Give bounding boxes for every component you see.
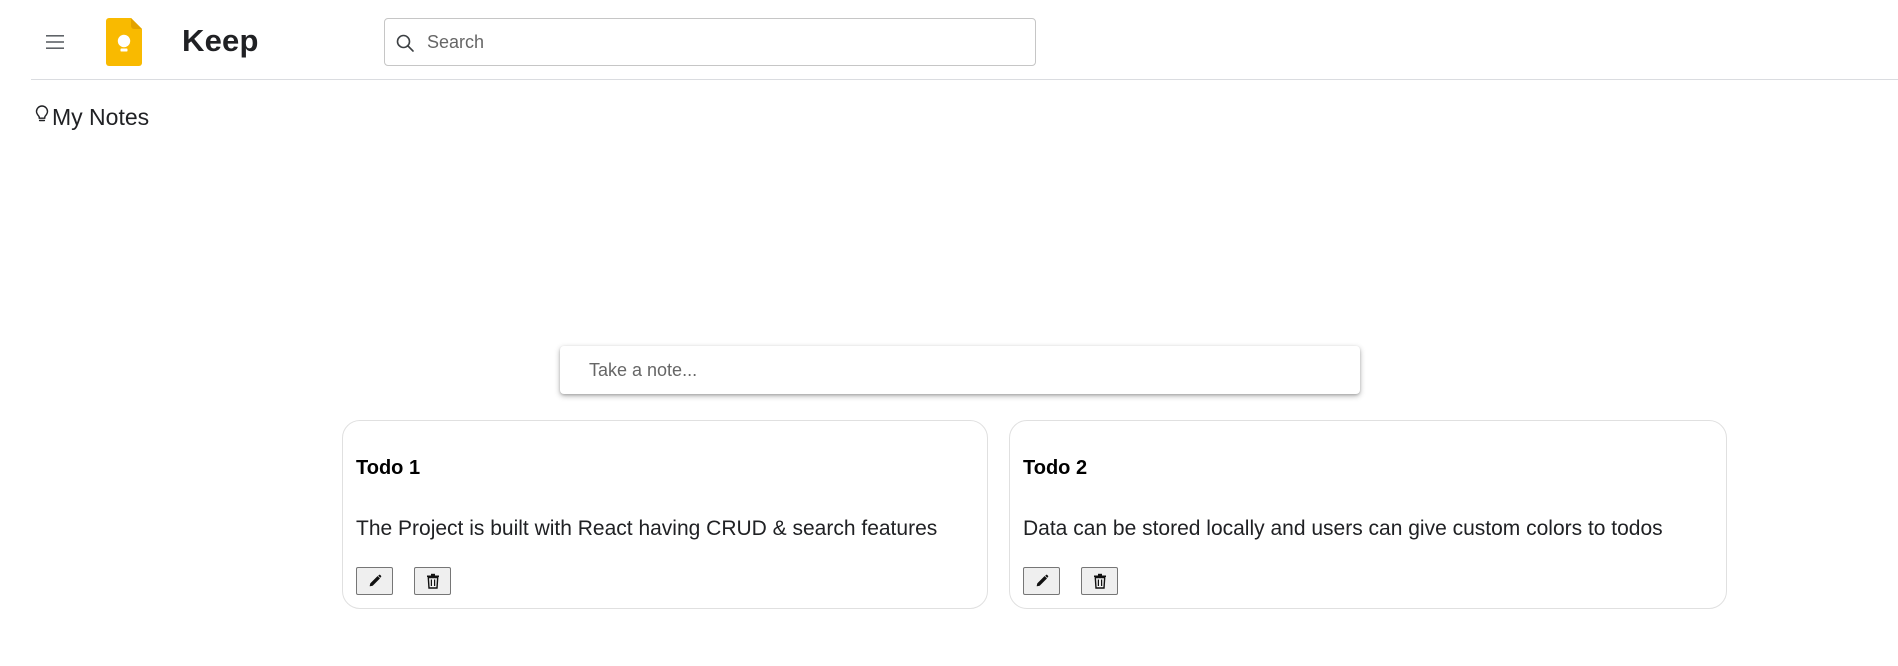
delete-icon [1093, 573, 1106, 589]
take-note-composer[interactable] [560, 346, 1360, 394]
section-title: My Notes [52, 104, 150, 130]
menu-button[interactable] [40, 27, 70, 57]
edit-note-button[interactable] [356, 567, 393, 595]
edit-note-button[interactable] [1023, 567, 1060, 595]
delete-note-button[interactable] [1081, 567, 1118, 595]
note-actions [1023, 567, 1118, 595]
edit-icon [1036, 574, 1048, 587]
note-body: The Project is built with React having C… [356, 517, 938, 540]
note-title: Todo 2 [1023, 457, 1088, 479]
search-box[interactable] [384, 18, 1036, 66]
search-icon [396, 34, 414, 52]
delete-icon [426, 573, 439, 589]
note-card[interactable]: Todo 1 The Project is built with React h… [342, 420, 988, 609]
note-card[interactable]: Todo 2 Data can be stored locally and us… [1009, 420, 1727, 609]
app-header: Keep [0, 0, 1898, 80]
header-divider [31, 79, 1898, 80]
note-body: Data can be stored locally and users can… [1023, 517, 1663, 540]
search-input[interactable] [425, 25, 1025, 59]
section-heading: My Notes [34, 104, 149, 131]
edit-icon [369, 574, 381, 587]
note-actions [356, 567, 451, 595]
app-title: Keep [182, 23, 259, 58]
hamburger-menu-icon [46, 35, 64, 49]
delete-note-button[interactable] [414, 567, 451, 595]
keep-logo-icon [106, 18, 142, 66]
take-note-input[interactable] [587, 354, 1327, 386]
lightbulb-icon [35, 104, 49, 121]
note-title: Todo 1 [356, 457, 421, 479]
